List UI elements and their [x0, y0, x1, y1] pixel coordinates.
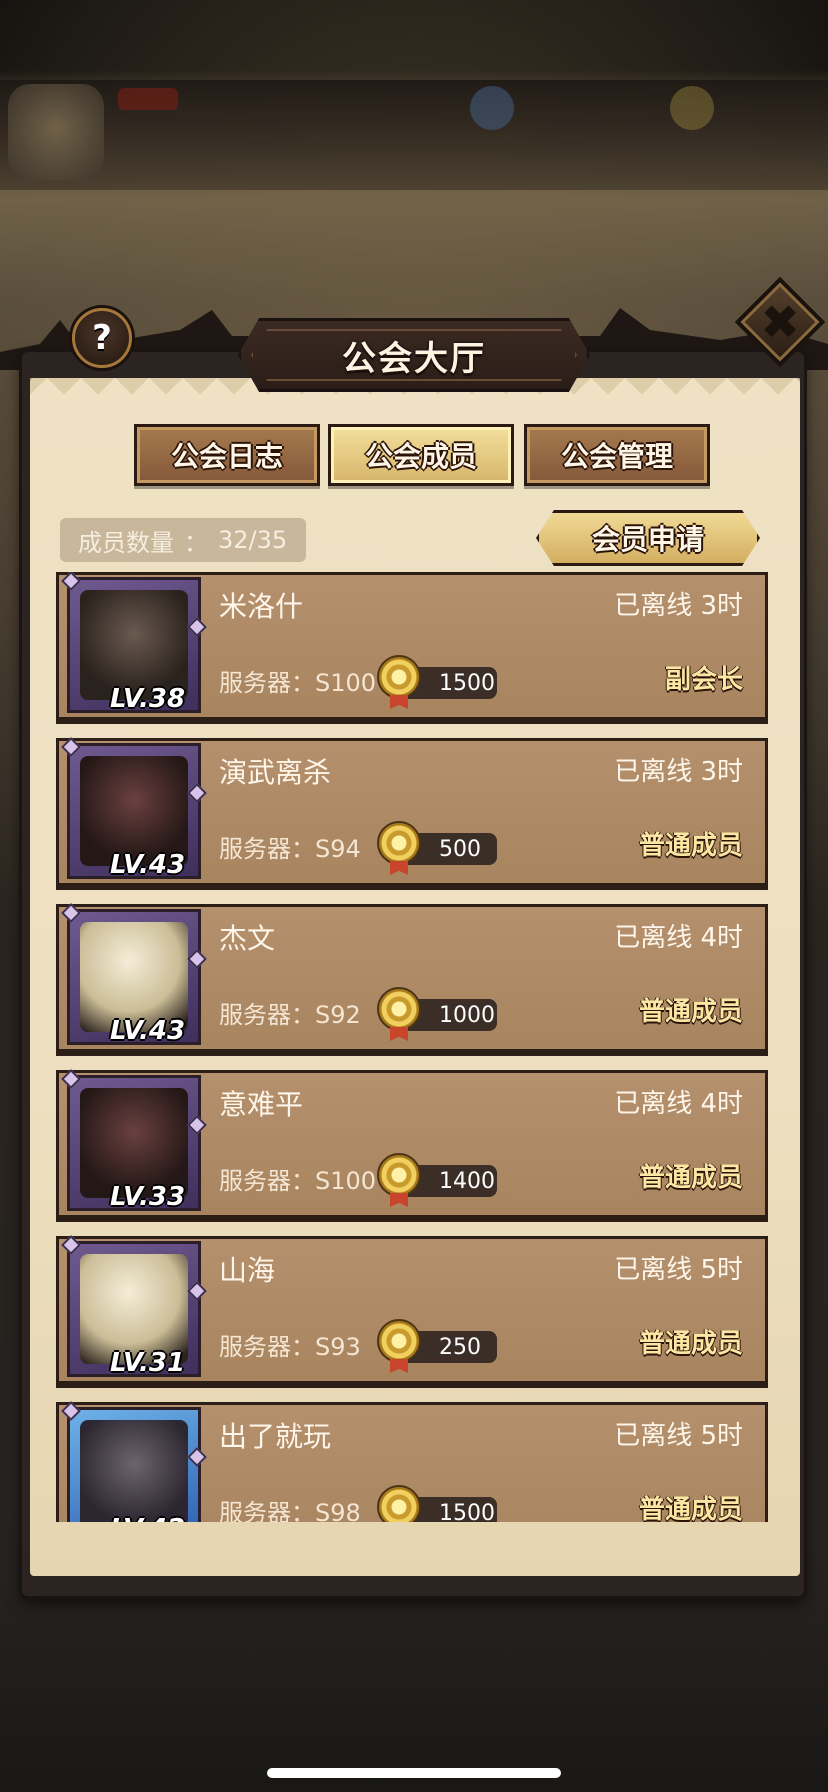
contribution-value: 1500: [439, 670, 495, 696]
member-name: 杰文: [219, 922, 276, 955]
member-row[interactable]: LV.43 演武离杀 已离线 3时 服务器：S94 500 普通成员: [56, 737, 768, 886]
member-count: 成员数量 ： 32/35: [60, 518, 306, 562]
medal-ribbon-icon: [390, 695, 408, 709]
member-name: 山海: [219, 1254, 276, 1287]
gem-icon: [61, 572, 81, 591]
gem-icon: [61, 1401, 81, 1421]
question-icon: ?: [92, 318, 112, 358]
member-application-button[interactable]: 会员申请: [536, 510, 760, 566]
gem-icon: [61, 737, 81, 757]
member-status: 已离线 3时: [614, 757, 743, 787]
avatar[interactable]: LV.42: [61, 1401, 207, 1522]
contribution-value: 250: [439, 1334, 481, 1360]
member-row[interactable]: LV.38 米洛什 已离线 3时 服务器：S100 1500 副会长: [56, 572, 768, 720]
member-row[interactable]: LV.33 意难平 已离线 4时 服务器：S100 1400 普通成员: [56, 1069, 768, 1218]
member-level: LV.43: [110, 850, 186, 880]
member-count-separator: ：: [184, 528, 208, 557]
coin-medal-icon: [377, 1485, 421, 1522]
member-role: 普通成员: [638, 1329, 743, 1359]
tab-guild-members[interactable]: 公会成员: [328, 424, 514, 486]
member-list[interactable]: LV.38 米洛什 已离线 3时 服务器：S100 1500 副会长 LV.43…: [56, 572, 776, 1522]
medal-ribbon-icon: [390, 1027, 408, 1041]
avatar[interactable]: LV.33: [61, 1069, 207, 1212]
contribution-value: 1000: [439, 1002, 495, 1028]
member-level: LV.42: [110, 1514, 185, 1522]
gem-icon: [187, 1447, 207, 1467]
contribution-value: 500: [439, 836, 481, 862]
member-server: 服务器：S94: [219, 835, 361, 863]
member-name: 意难平: [219, 1088, 304, 1121]
member-level: LV.31: [110, 1348, 186, 1378]
medal-ribbon-icon: [390, 1193, 408, 1207]
help-button[interactable]: ?: [72, 308, 132, 368]
member-server: 服务器：S93: [219, 1333, 361, 1361]
member-server: 服务器：S92: [219, 1001, 361, 1029]
coin-medal-icon: [377, 987, 421, 1031]
member-server: 服务器：S100: [219, 669, 377, 697]
member-count-value: 32/35: [218, 526, 288, 554]
medal-ribbon-icon: [390, 1359, 408, 1373]
medal-ribbon-icon: [390, 861, 408, 875]
member-role: 普通成员: [638, 997, 743, 1027]
member-status: 已离线 4时: [614, 1089, 743, 1119]
member-level: LV.33: [110, 1182, 186, 1212]
member-name: 米洛什: [219, 590, 304, 623]
home-indicator[interactable]: [267, 1768, 561, 1778]
avatar[interactable]: LV.43: [61, 737, 207, 880]
hero-portrait: [80, 1420, 188, 1522]
close-icon: ✖: [760, 294, 800, 349]
avatar[interactable]: LV.43: [61, 903, 207, 1046]
member-level: LV.38: [110, 684, 186, 714]
member-status: 已离线 5时: [614, 1421, 743, 1451]
gem-icon: [187, 783, 207, 803]
background-player-name: [118, 88, 178, 110]
contribution-value: 1400: [439, 1168, 495, 1194]
gem-icon: [187, 1115, 207, 1135]
gem-icon: [187, 1281, 207, 1301]
coin-medal-icon: [377, 821, 421, 865]
background-currency-icon: [670, 86, 714, 130]
member-name: 出了就玩: [219, 1420, 332, 1453]
member-server: 服务器：S98: [219, 1499, 361, 1522]
member-row[interactable]: LV.43 杰文 已离线 4时 服务器：S92 1000 普通成员: [56, 903, 768, 1052]
member-status: 已离线 3时: [614, 591, 743, 621]
gem-icon: [61, 903, 81, 923]
gem-icon: [61, 1069, 81, 1089]
tab-guild-log[interactable]: 公会日志: [134, 424, 320, 486]
avatar[interactable]: LV.31: [61, 1235, 207, 1378]
member-row[interactable]: LV.31 山海 已离线 5时 服务器：S93 250 普通成员: [56, 1235, 768, 1384]
member-level: LV.43: [110, 1016, 186, 1046]
gem-icon: [187, 949, 207, 969]
member-server: 服务器：S100: [219, 1167, 377, 1195]
coin-medal-icon: [377, 1319, 421, 1363]
member-name: 演武离杀: [219, 756, 332, 789]
member-status: 已离线 5时: [614, 1255, 743, 1285]
member-count-label: 成员数量: [78, 528, 174, 557]
gem-icon: [187, 617, 207, 637]
tab-guild-management[interactable]: 公会管理: [524, 424, 710, 486]
avatar[interactable]: LV.38: [61, 572, 207, 714]
contribution-value: 1500: [439, 1500, 495, 1523]
coin-medal-icon: [377, 1153, 421, 1197]
title-banner: 公会大厅: [238, 318, 590, 392]
guild-emblem-icon: [8, 84, 104, 180]
member-status: 已离线 4时: [614, 923, 743, 953]
member-role: 副会长: [664, 665, 743, 695]
member-role: 普通成员: [638, 1163, 743, 1193]
coin-medal-icon: [377, 655, 421, 699]
background-resource-icon: [470, 86, 514, 130]
member-role: 普通成员: [638, 831, 743, 861]
page-title: 公会大厅: [342, 338, 486, 379]
gem-icon: [61, 1235, 81, 1255]
member-row[interactable]: LV.42 出了就玩 已离线 5时 服务器：S98 1500 普通成员: [56, 1401, 768, 1523]
member-role: 普通成员: [638, 1495, 743, 1522]
